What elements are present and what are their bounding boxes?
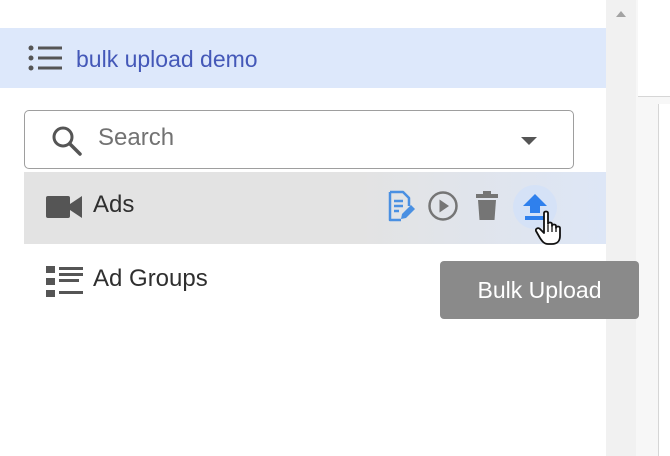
header-bar[interactable]: bulk upload demo [0, 28, 606, 88]
hand-cursor-icon [534, 210, 567, 251]
scroll-up-arrow-icon[interactable] [616, 11, 626, 17]
trash-icon[interactable] [470, 187, 504, 225]
list-item-label: Ad Groups [93, 265, 208, 292]
page-title[interactable]: bulk upload demo [76, 46, 258, 73]
sidebar: bulk upload demo Search Ads Ad Groups [0, 0, 606, 456]
scrollbar[interactable] [606, 0, 636, 456]
search-dropdown[interactable]: Search [24, 110, 574, 169]
main-panel [636, 0, 670, 456]
video-camera-icon [46, 195, 82, 224]
play-circle-icon[interactable] [426, 187, 460, 225]
edit-document-icon[interactable] [384, 187, 418, 225]
caret-down-icon[interactable] [521, 137, 537, 145]
list-view-icon [46, 266, 84, 303]
panel-card [638, 0, 670, 97]
panel-content [658, 104, 670, 456]
list-item-label: Ads [93, 191, 135, 218]
tooltip: Bulk Upload [440, 261, 639, 319]
search-icon [51, 125, 83, 162]
list-icon [28, 44, 64, 79]
search-input[interactable]: Search [98, 124, 174, 152]
list-item-ads[interactable]: Ads [24, 172, 606, 244]
